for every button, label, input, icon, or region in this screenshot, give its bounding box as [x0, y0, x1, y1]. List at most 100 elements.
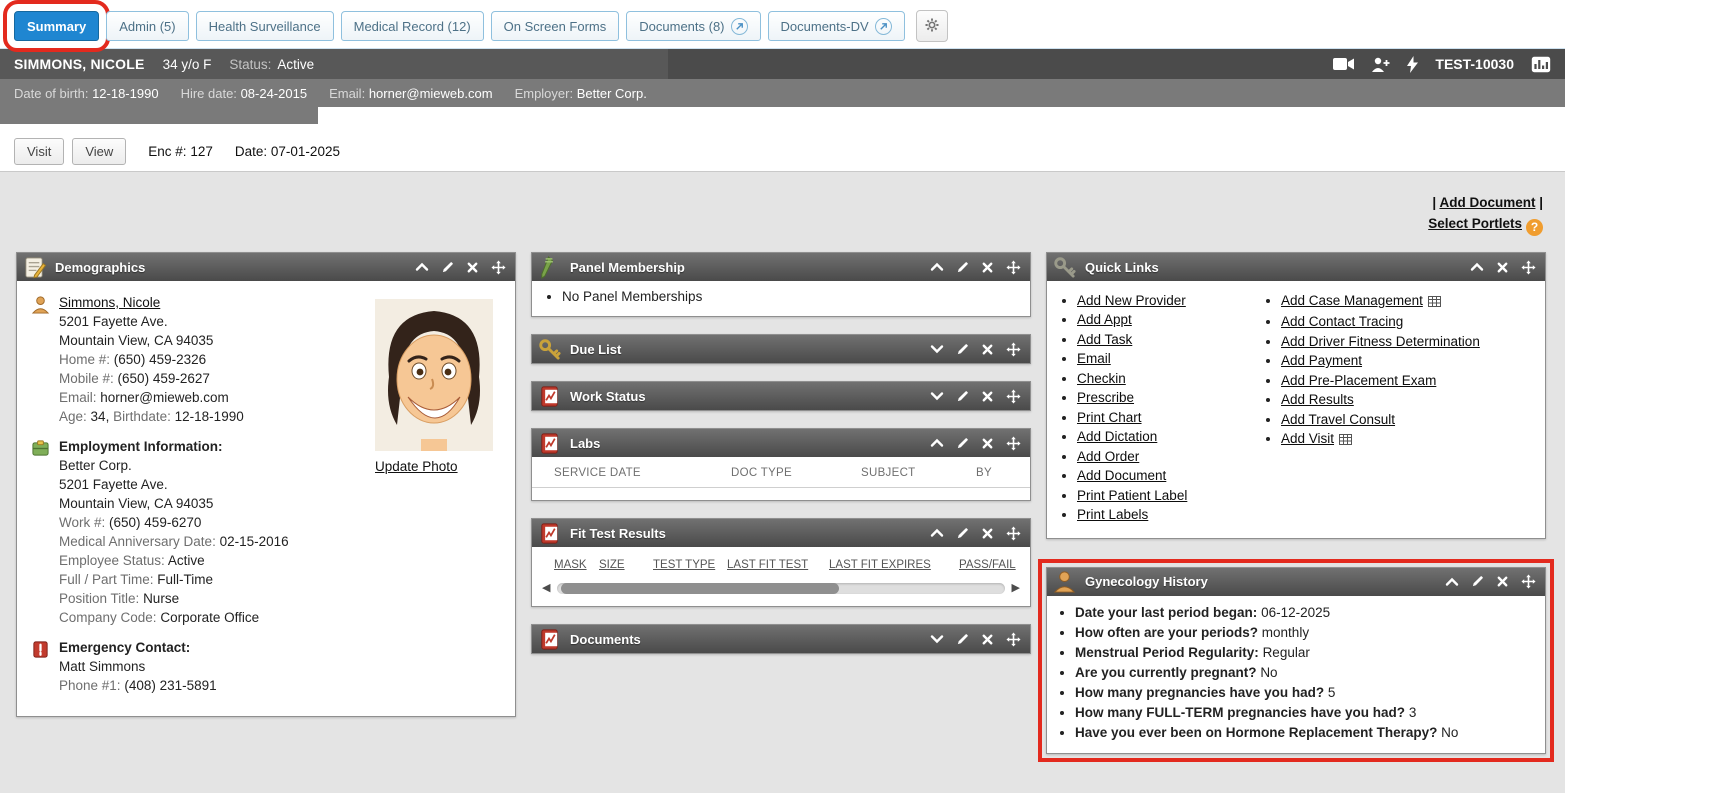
- sort-column-link[interactable]: LAST FIT TEST: [727, 559, 829, 571]
- external-link-icon[interactable]: [731, 18, 748, 35]
- tab-on-screen-forms[interactable]: On Screen Forms: [491, 11, 620, 41]
- horizontal-scrollbar[interactable]: ◀ ▶: [532, 575, 1030, 606]
- quick-link[interactable]: Prescribe: [1077, 390, 1134, 405]
- scrollbar-thumb[interactable]: [561, 583, 838, 594]
- lightning-icon[interactable]: [1407, 56, 1418, 73]
- expand-icon[interactable]: [930, 389, 944, 403]
- quick-link[interactable]: Add New Provider: [1077, 293, 1186, 308]
- move-icon[interactable]: [1006, 526, 1021, 541]
- scroll-left-icon[interactable]: ◀: [542, 583, 550, 594]
- expand-icon[interactable]: [930, 632, 944, 646]
- tab-summary[interactable]: Summary: [14, 11, 99, 41]
- edit-icon[interactable]: [956, 390, 969, 403]
- close-icon[interactable]: [981, 437, 994, 450]
- sort-column-link[interactable]: SIZE: [599, 559, 653, 571]
- move-icon[interactable]: [1006, 436, 1021, 451]
- email-value: horner@mieweb.com: [369, 86, 493, 101]
- close-icon[interactable]: [981, 343, 994, 356]
- scroll-right-icon[interactable]: ▶: [1012, 583, 1020, 594]
- move-icon[interactable]: [1006, 342, 1021, 357]
- tab-medical-record[interactable]: Medical Record (12): [341, 11, 484, 41]
- collapse-icon[interactable]: [930, 526, 944, 540]
- move-icon[interactable]: [1521, 574, 1536, 589]
- external-link-icon[interactable]: [875, 18, 892, 35]
- tab-label: Documents (8): [639, 19, 724, 34]
- edit-icon[interactable]: [956, 261, 969, 274]
- collapse-icon[interactable]: [930, 260, 944, 274]
- tab-admin[interactable]: Admin (5): [106, 11, 188, 41]
- collapse-icon[interactable]: [930, 436, 944, 450]
- help-icon[interactable]: ?: [1526, 219, 1543, 236]
- move-icon[interactable]: [1006, 260, 1021, 275]
- sort-column-link[interactable]: TEST TYPE: [653, 559, 727, 571]
- edit-icon[interactable]: [956, 527, 969, 540]
- list-item: Add Appt: [1077, 311, 1255, 328]
- quick-link[interactable]: Add Task: [1077, 332, 1132, 347]
- patient-name-link[interactable]: Simmons, Nicole: [59, 295, 160, 310]
- move-icon[interactable]: [1006, 632, 1021, 647]
- quick-link[interactable]: Add Visit: [1281, 431, 1334, 446]
- quick-link[interactable]: Print Patient Label: [1077, 488, 1187, 503]
- quick-link[interactable]: Email: [1077, 351, 1111, 366]
- employment-icon: [31, 437, 59, 627]
- quick-link[interactable]: Print Chart: [1077, 410, 1142, 425]
- sort-column-link[interactable]: PASS/FAIL: [959, 559, 1026, 571]
- tab-documents[interactable]: Documents (8): [626, 11, 760, 41]
- quick-link[interactable]: Add Appt: [1077, 312, 1132, 327]
- edit-icon[interactable]: [956, 437, 969, 450]
- edit-icon[interactable]: [1471, 575, 1484, 588]
- quick-link[interactable]: Add Case Management: [1281, 293, 1423, 308]
- close-icon[interactable]: [981, 633, 994, 646]
- add-person-icon[interactable]: [1371, 57, 1390, 72]
- edit-icon[interactable]: [956, 343, 969, 356]
- sort-column-link[interactable]: MASK: [554, 559, 599, 571]
- quick-link[interactable]: Add Order: [1077, 449, 1139, 464]
- demographics-notepad-icon: [22, 255, 47, 280]
- collapse-icon[interactable]: [415, 260, 429, 274]
- quick-link[interactable]: Checkin: [1077, 371, 1126, 386]
- video-camera-icon[interactable]: [1333, 57, 1354, 71]
- update-photo-link[interactable]: Update Photo: [375, 459, 458, 474]
- quick-link[interactable]: Add Driver Fitness Determination: [1281, 334, 1480, 349]
- collapse-icon[interactable]: [1445, 575, 1459, 589]
- portlet-area: | Add Document | Select Portlets? Demogr…: [0, 172, 1565, 793]
- quick-link[interactable]: Add Contact Tracing: [1281, 314, 1403, 329]
- move-icon[interactable]: [491, 260, 506, 275]
- close-icon[interactable]: [981, 390, 994, 403]
- quick-link[interactable]: Add Results: [1281, 392, 1354, 407]
- view-button[interactable]: View: [72, 138, 126, 165]
- close-icon[interactable]: [981, 527, 994, 540]
- close-icon[interactable]: [1496, 575, 1509, 588]
- move-icon[interactable]: [1521, 260, 1536, 275]
- status-value: Active: [277, 57, 314, 72]
- sort-column-link[interactable]: LAST FIT EXPIRES: [829, 559, 959, 571]
- patient-photo: [375, 439, 493, 454]
- chart-icon[interactable]: [1531, 56, 1551, 73]
- edit-icon[interactable]: [441, 261, 454, 274]
- close-icon[interactable]: [981, 261, 994, 274]
- edit-icon[interactable]: [956, 633, 969, 646]
- visit-button[interactable]: Visit: [14, 138, 64, 165]
- quick-link[interactable]: Add Payment: [1281, 353, 1362, 368]
- add-document-link[interactable]: Add Document: [1439, 195, 1535, 210]
- quick-link[interactable]: Add Pre-Placement Exam: [1281, 373, 1436, 388]
- quick-link[interactable]: Print Labels: [1077, 507, 1148, 522]
- list-item: Add Document: [1077, 467, 1255, 484]
- move-icon[interactable]: [1006, 389, 1021, 404]
- quick-link[interactable]: Add Travel Consult: [1281, 412, 1395, 427]
- quick-link[interactable]: Add Dictation: [1077, 429, 1157, 444]
- collapse-icon[interactable]: [1470, 260, 1484, 274]
- patient-details-bar: Date of birth: 12-18-1990 Hire date: 08-…: [0, 79, 1565, 107]
- expand-icon[interactable]: [930, 342, 944, 356]
- close-icon[interactable]: [466, 261, 479, 274]
- settings-gear-button[interactable]: [916, 10, 948, 42]
- separator: |: [1432, 195, 1436, 210]
- tab-documents-dv[interactable]: Documents-DV: [768, 11, 905, 41]
- tab-health-surveillance[interactable]: Health Surveillance: [196, 11, 334, 41]
- select-portlets-link[interactable]: Select Portlets: [1428, 216, 1522, 231]
- history-item: Have you ever been on Hormone Replacemen…: [1075, 724, 1545, 742]
- scrollbar-track[interactable]: [557, 583, 1004, 594]
- quick-link[interactable]: Add Document: [1077, 468, 1166, 483]
- close-icon[interactable]: [1496, 261, 1509, 274]
- list-item: Print Labels: [1077, 506, 1255, 523]
